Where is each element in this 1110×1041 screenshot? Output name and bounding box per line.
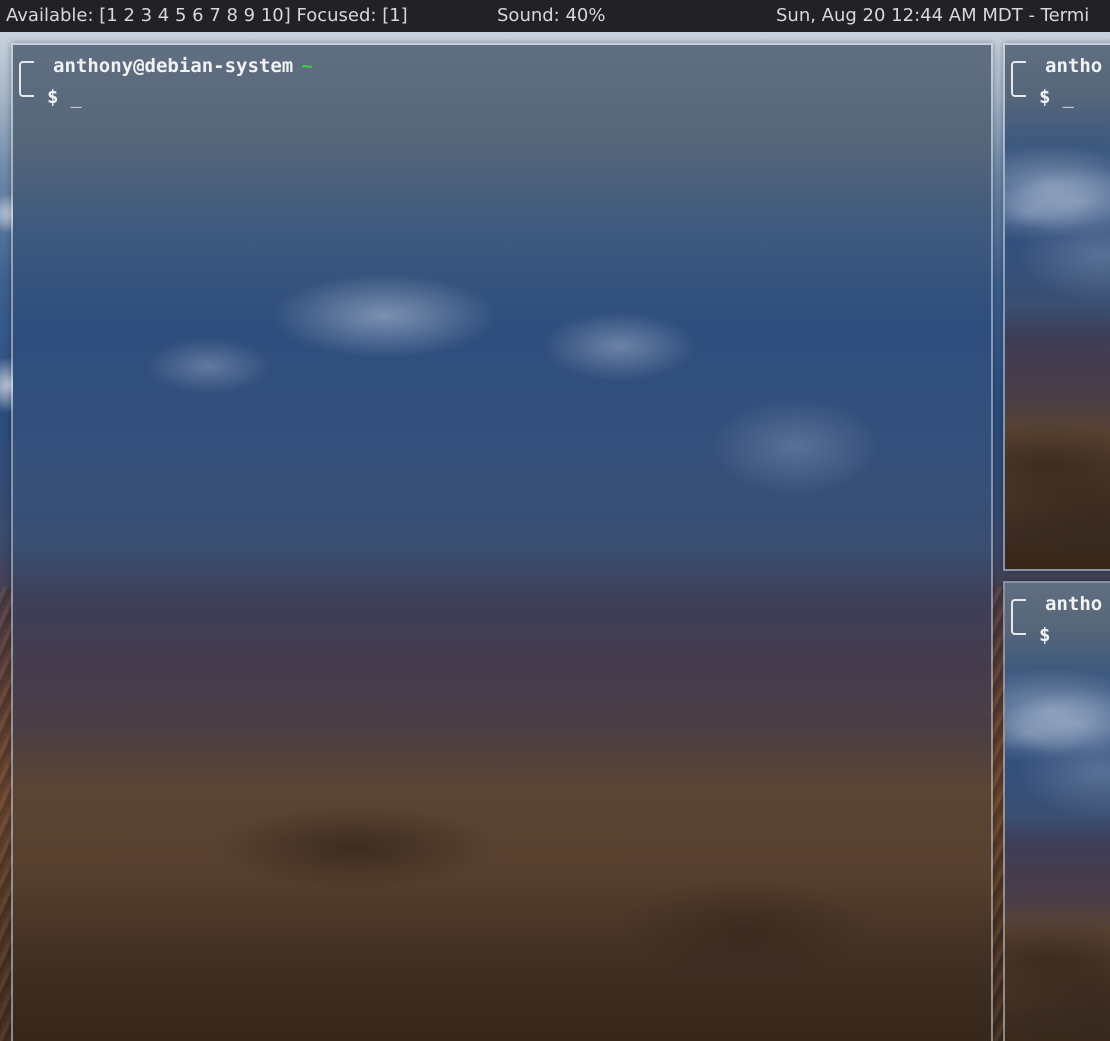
terminal-background <box>1005 583 1110 1041</box>
prompt-bracket-icon <box>1011 599 1026 635</box>
prompt-line-2[interactable]: $ <box>1039 620 1050 651</box>
terminal-window-main[interactable]: anthony@debian-system ~ $ _ <box>11 43 993 1041</box>
prompt-symbol: $ <box>1039 624 1051 646</box>
sound-indicator[interactable]: Sound: 40% <box>497 0 605 32</box>
prompt-line-1: anthony@debian-system ~ <box>53 51 313 82</box>
prompt-line-1: antho <box>1045 589 1102 620</box>
terminal-window-right-top[interactable]: antho $ _ <box>1003 43 1110 571</box>
clock-window-title: Sun, Aug 20 12:44 AM MDT - Termi <box>776 5 1090 26</box>
terminal-background <box>13 45 991 1041</box>
prompt-user-host: anthony@debian-system <box>53 55 294 77</box>
text-cursor: _ <box>1062 86 1074 108</box>
prompt-line-1: antho <box>1045 51 1102 82</box>
prompt-line-2[interactable]: $ _ <box>1039 82 1074 113</box>
terminal-background <box>1005 45 1110 569</box>
prompt-bracket-icon <box>19 61 34 97</box>
prompt-user-host: antho <box>1045 55 1103 77</box>
prompt-bracket-icon <box>1011 61 1026 97</box>
prompt-user-host: antho <box>1045 593 1103 615</box>
prompt-symbol: $ <box>47 86 59 108</box>
prompt-symbol: $ <box>1039 86 1051 108</box>
text-cursor: _ <box>70 86 82 108</box>
prompt-line-2[interactable]: $ _ <box>47 82 82 113</box>
status-bar: Available: [1 2 3 4 5 6 7 8 9 10] Focuse… <box>0 0 1110 32</box>
terminal-window-right-bottom[interactable]: antho $ <box>1003 581 1110 1041</box>
workspace-indicator[interactable]: Available: [1 2 3 4 5 6 7 8 9 10] Focuse… <box>6 0 408 32</box>
prompt-cwd: ~ <box>301 55 313 77</box>
